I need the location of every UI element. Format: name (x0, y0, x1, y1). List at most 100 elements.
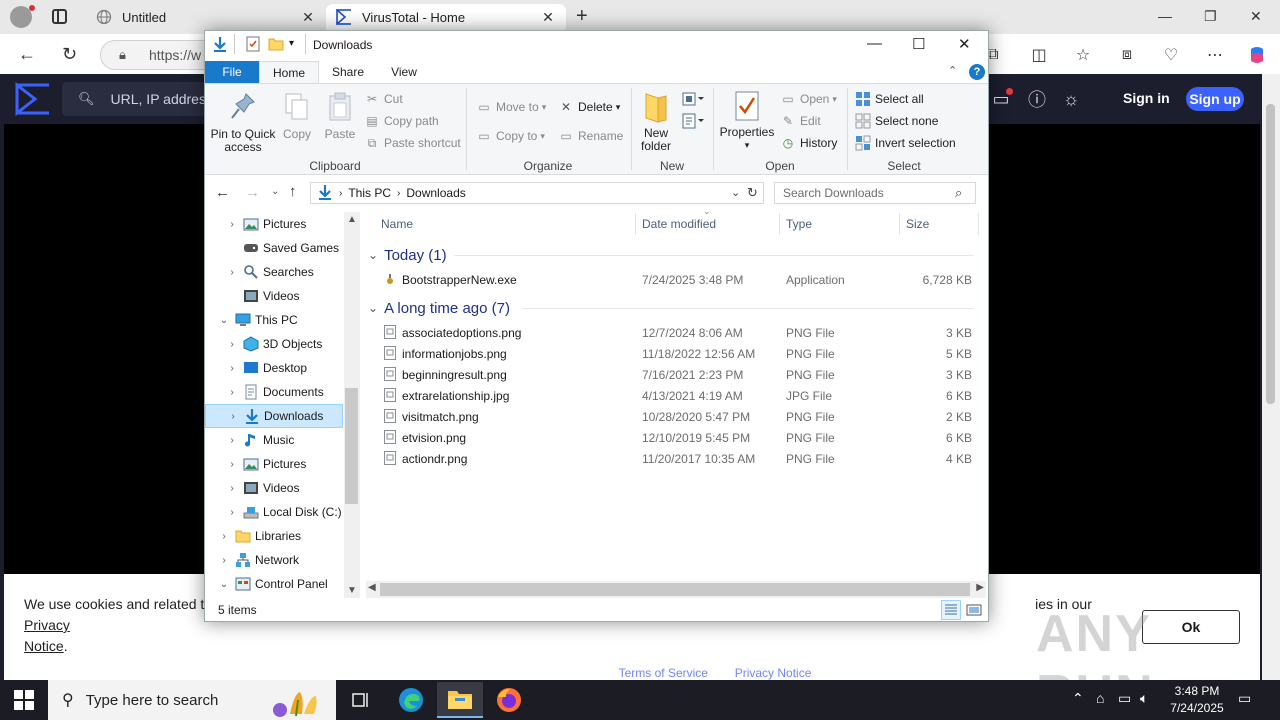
virustotal-logo-icon[interactable] (14, 81, 52, 117)
close-tab-icon[interactable]: ✕ (300, 9, 316, 26)
chevron-right-icon[interactable]: › (226, 411, 240, 422)
help-icon[interactable]: ? (969, 64, 985, 80)
volume-icon[interactable]: 🔈︎ (1140, 690, 1148, 707)
tab-actions-icon[interactable] (52, 9, 67, 24)
restore-icon[interactable]: ❐ (1204, 8, 1217, 25)
select-none-button[interactable]: Select none (855, 111, 938, 131)
explorer-close-icon[interactable]: ✕ (958, 35, 971, 53)
nav-forward-icon[interactable]: → (245, 184, 260, 201)
file-row[interactable]: visitmatch.png 10/28/2020 5:47 PM PNG File… (380, 407, 980, 428)
breadcrumb-downloads[interactable]: Downloads (406, 186, 465, 200)
chevron-right-icon[interactable]: › (225, 483, 239, 494)
nav-item-downloads[interactable]: › Downloads (205, 404, 343, 428)
address-bar[interactable]: › This PC › Downloads ⌄ ↻ (310, 182, 764, 204)
breadcrumb-this-pc[interactable]: This PC (348, 186, 391, 200)
chevron-down-icon[interactable]: ⌄ (217, 315, 231, 326)
file-row[interactable]: beginningresult.png 7/16/2021 2:23 PM PNG … (380, 365, 980, 386)
taskbar-clock[interactable]: 3:48 PM 7/24/2025 (1164, 683, 1230, 717)
file-explorer-taskbar-icon[interactable] (437, 682, 483, 718)
properties-quick-icon[interactable] (246, 36, 260, 55)
chevron-right-icon[interactable]: › (217, 555, 231, 566)
notifications-icon[interactable]: ▭ (1238, 690, 1251, 707)
scroll-up-icon[interactable]: ▲ (347, 214, 357, 225)
chevron-right-icon[interactable]: › (225, 363, 239, 374)
nav-back-icon[interactable]: ← (215, 184, 230, 201)
back-icon[interactable]: ← (18, 44, 36, 65)
delete-button[interactable]: ✕ Delete ▾ (558, 97, 620, 117)
network-icon[interactable]: ▭ (1118, 690, 1131, 707)
tab-home[interactable]: Home (259, 61, 319, 83)
file-list-scrollbar[interactable]: ◀ ▶ (366, 581, 986, 598)
collapse-group-icon[interactable]: ⌄ (368, 301, 378, 315)
scroll-left-icon[interactable]: ◀ (368, 582, 376, 593)
nav-item-music[interactable]: › Music (205, 428, 343, 452)
details-view-icon[interactable] (941, 600, 961, 620)
help-icon[interactable]: ⓘ (1026, 88, 1048, 110)
chevron-right-icon[interactable]: › (225, 435, 239, 446)
large-icons-view-icon[interactable] (965, 601, 983, 619)
cut-button[interactable]: ✂ Cut (364, 89, 403, 109)
new-tab-icon[interactable]: + (576, 5, 588, 28)
split-screen-icon[interactable]: ◫ (1028, 44, 1050, 66)
meet-now-icon[interactable]: ⌂ (1096, 690, 1104, 706)
file-group-header[interactable]: ⌄ Today (1) (368, 244, 447, 266)
chevron-down-icon[interactable]: ⌄ (217, 579, 231, 590)
paste-shortcut-button[interactable]: ⧉ Paste shortcut (364, 133, 461, 153)
nav-item-videos[interactable]: › Videos (205, 476, 343, 500)
recent-locations-icon[interactable]: ⌄ (271, 186, 279, 197)
tab-share[interactable]: Share (326, 61, 370, 83)
refresh-icon[interactable]: ↻ (747, 185, 758, 201)
edit-button[interactable]: ✎ Edit (780, 111, 821, 131)
nav-item-network[interactable]: › Network (205, 548, 343, 572)
favorites-icon[interactable]: ☆ (1072, 44, 1094, 66)
browser-essentials-icon[interactable]: ♡ (1160, 44, 1182, 66)
edge-taskbar-icon[interactable] (388, 682, 434, 718)
nav-item-saved-games[interactable]: Saved Games (205, 236, 343, 260)
notice-link[interactable]: Notice (24, 638, 64, 654)
history-button[interactable]: ◷ History (780, 133, 838, 153)
easy-access-icon[interactable] (682, 112, 704, 130)
nav-item-videos[interactable]: Videos (205, 284, 343, 308)
browser-tab-virustotal[interactable]: VirusTotal - Home ✕ (326, 4, 566, 30)
nav-item-local-disk[interactable]: › Local Disk (C:) (205, 500, 343, 524)
invert-selection-button[interactable]: Invert selection (855, 133, 956, 153)
close-tab-icon[interactable]: ✕ (540, 9, 556, 26)
show-hidden-icons-icon[interactable]: ⌃ (1072, 690, 1084, 707)
browser-tab-untitled[interactable]: Untitled ✕ (86, 4, 326, 30)
sign-up-button[interactable]: Sign up (1186, 87, 1244, 111)
copy-button[interactable]: Copy (280, 92, 314, 141)
page-scrollbar[interactable] (1262, 74, 1280, 684)
paste-button[interactable]: Paste (322, 92, 358, 141)
collapse-ribbon-icon[interactable]: ⌃ (948, 64, 957, 77)
copy-path-button[interactable]: ▤ Copy path (364, 111, 438, 131)
column-size[interactable]: Size (906, 213, 929, 235)
privacy-link[interactable]: Privacy (24, 617, 70, 633)
explorer-maximize-icon[interactable]: ☐ (912, 35, 925, 53)
select-all-button[interactable]: Select all (855, 89, 924, 109)
scroll-down-icon[interactable]: ▼ (347, 585, 357, 596)
scroll-right-icon[interactable]: ▶ (976, 582, 984, 593)
new-folder-button[interactable]: New folder (636, 90, 676, 153)
chevron-right-icon[interactable]: › (217, 531, 231, 542)
copilot-icon[interactable] (1246, 44, 1268, 66)
nav-item-documents[interactable]: › Documents (205, 380, 343, 404)
task-view-icon[interactable] (338, 682, 384, 718)
nav-item-3d-objects[interactable]: › 3D Objects (205, 332, 343, 356)
taskbar-search-box[interactable]: ⚲ Type here to search (48, 680, 336, 720)
chevron-right-icon[interactable]: › (225, 219, 239, 230)
nav-item-desktop[interactable]: › Desktop (205, 356, 343, 380)
tab-view[interactable]: View (382, 61, 426, 83)
file-row[interactable]: informationjobs.png 11/18/2022 12:56 AM PN… (380, 344, 980, 365)
chevron-right-icon[interactable]: › (225, 459, 239, 470)
rename-button[interactable]: ▭ Rename (558, 126, 623, 146)
nav-item-searches[interactable]: › Searches (205, 260, 343, 284)
nav-item-pictures[interactable]: › Pictures (205, 212, 343, 236)
explorer-search-input[interactable]: Search Downloads ⌕ (774, 182, 976, 204)
up-folder-icon[interactable]: ↑ (289, 183, 297, 200)
file-row[interactable]: actiondr.png 11/20/2017 10:35 AM PNG File 4… (380, 449, 980, 470)
virustotal-search-input[interactable]: 🔍︎ URL, IP address (62, 82, 222, 116)
nav-item-this-pc[interactable]: ⌄ This PC (205, 308, 343, 332)
move-to-button[interactable]: ▭ Move to ▾ (476, 97, 546, 117)
column-type[interactable]: Type (786, 213, 812, 235)
open-button[interactable]: ▭ Open ▾ (780, 89, 837, 109)
